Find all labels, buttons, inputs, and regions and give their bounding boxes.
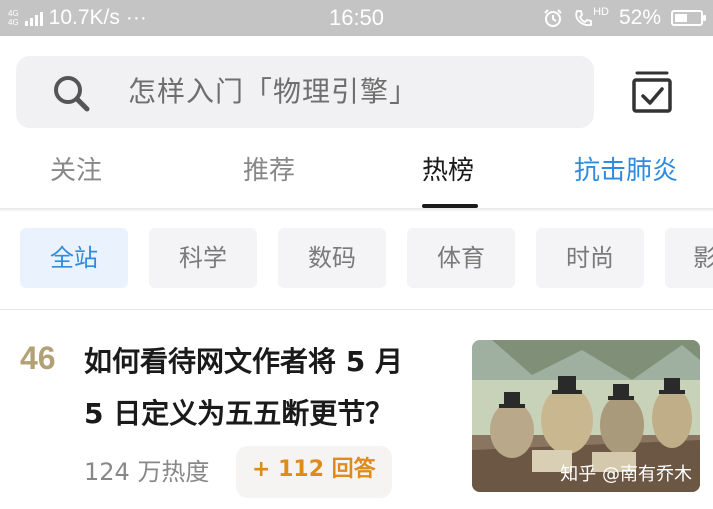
- category-digital[interactable]: 数码: [278, 228, 386, 288]
- heat-count: 124 万热度: [84, 458, 210, 486]
- hot-rank: 46: [20, 340, 56, 376]
- status-bar: 4G 4G 10.7K/s ··· 16:50 HD 52%: [0, 0, 713, 36]
- category-film[interactable]: 影: [665, 228, 713, 288]
- battery-level: [675, 14, 687, 22]
- battery-percent: 52%: [618, 6, 661, 29]
- phone-icon: [575, 10, 592, 27]
- top-tabs: 关注 推荐 热榜 抗击肺炎: [0, 140, 713, 208]
- question-thumbnail[interactable]: 知乎 @南有乔木: [472, 340, 700, 492]
- divider: [0, 309, 713, 310]
- search-bar[interactable]: 怎样入门「物理引擎」: [16, 56, 594, 128]
- clipboard-check-icon[interactable]: [630, 70, 674, 114]
- category-fashion[interactable]: 时尚: [536, 228, 644, 288]
- status-right: HD 52%: [543, 0, 706, 36]
- hd-call-icon: HD: [573, 6, 609, 28]
- category-all[interactable]: 全站: [20, 228, 128, 288]
- search-icon: [54, 76, 90, 112]
- tab-recommend[interactable]: 推荐: [243, 150, 295, 187]
- category-sports[interactable]: 体育: [407, 228, 515, 288]
- tab-hot-list[interactable]: 热榜: [422, 150, 474, 187]
- question-title[interactable]: 如何看待网文作者将 5 月 5 日定义为五五断更节？: [84, 336, 452, 440]
- answer-count-badge[interactable]: + 112 回答: [236, 446, 392, 498]
- search-placeholder: 怎样入门「物理引擎」: [128, 75, 419, 108]
- category-science[interactable]: 科学: [149, 228, 257, 288]
- image-watermark: 知乎 @南有乔木: [560, 464, 692, 485]
- tabs-shadow: [0, 208, 713, 212]
- tab-fight-pneumonia[interactable]: 抗击肺炎: [574, 150, 678, 187]
- battery-icon: [671, 10, 706, 26]
- tab-follow[interactable]: 关注: [50, 150, 102, 187]
- alarm-icon: [544, 9, 562, 27]
